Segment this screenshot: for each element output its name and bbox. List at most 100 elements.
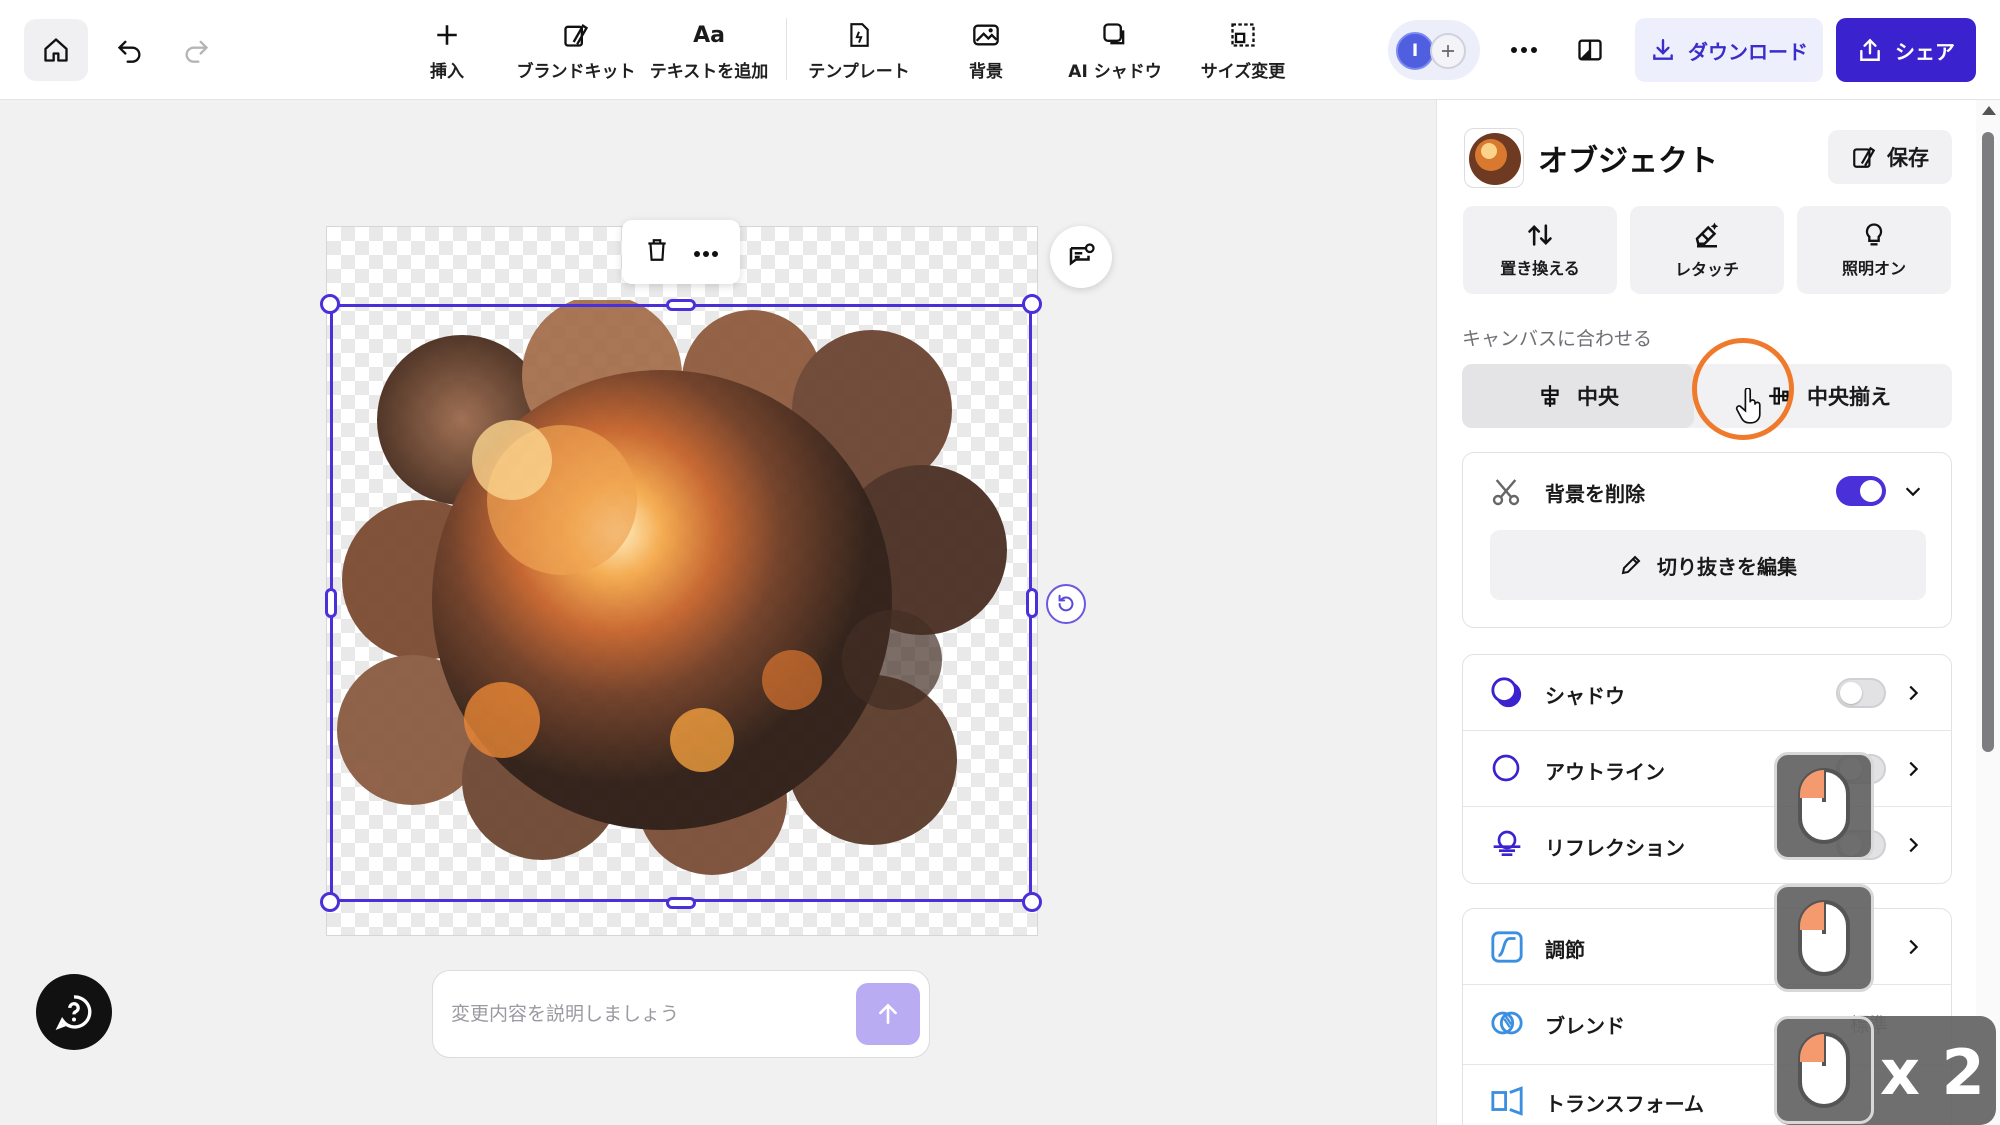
rotate-icon [1058, 594, 1074, 612]
ai-shadow-label: AI シャドウ [1068, 62, 1162, 82]
ai-shadow-icon [1101, 18, 1129, 52]
row-divider [1463, 984, 1951, 985]
chevron-right-icon[interactable] [1902, 834, 1924, 856]
resize-tool[interactable]: サイズ変更 [1200, 18, 1286, 82]
text-icon: Aa [693, 22, 725, 48]
compare-icon [1578, 39, 1602, 61]
chevron-right-icon[interactable] [1902, 936, 1924, 958]
shadow-icon [1490, 676, 1524, 710]
blend-icon [1490, 1006, 1524, 1040]
resize-handle-top[interactable] [666, 299, 696, 311]
resize-label: サイズ変更 [1200, 62, 1286, 82]
home-icon [44, 38, 68, 62]
trash-icon [647, 239, 666, 261]
selection-frame [330, 304, 1032, 902]
background-tool[interactable]: 背景 [966, 18, 1006, 82]
mouse-icon [1798, 768, 1850, 844]
replace-label: 置き換える [1500, 259, 1580, 278]
retouch-label: レタッチ [1674, 260, 1739, 279]
add-collaborator-button[interactable] [1430, 33, 1466, 69]
send-button[interactable] [856, 983, 920, 1045]
brand-kit-icon [562, 18, 590, 52]
rotate-handle[interactable] [1046, 584, 1086, 624]
align-center-icon [1541, 385, 1559, 407]
collaborators: I [1388, 20, 1480, 80]
ai-prompt-box [432, 970, 930, 1058]
adjust-label: 調節 [1545, 938, 1585, 962]
resize-handle-bottom-right[interactable] [1022, 892, 1042, 912]
download-button[interactable]: ダウンロード [1635, 18, 1823, 82]
align-center-button[interactable]: 中央 [1462, 364, 1694, 428]
delete-button[interactable] [644, 236, 670, 268]
object-thumbnail [1464, 128, 1524, 188]
add-text-tool[interactable]: Aa テキストを追加 [650, 18, 769, 83]
resize-handle-bottom-left[interactable] [320, 892, 340, 912]
remove-background-toggle[interactable] [1836, 476, 1886, 506]
chevron-right-icon[interactable] [1902, 682, 1924, 704]
click-count-text: x 2 [1880, 1036, 1985, 1109]
relight-button[interactable]: 照明オン [1797, 206, 1951, 294]
mouse-icon [1798, 1032, 1850, 1108]
insert-tool[interactable]: 挿入 [422, 18, 472, 82]
ai-shadow-tool[interactable]: AI シャドウ [1068, 18, 1162, 82]
help-icon [55, 995, 92, 1031]
replace-icon [1528, 224, 1552, 246]
align-middle-label: 中央揃え [1807, 385, 1891, 409]
undo-button[interactable] [104, 24, 156, 76]
save-label: 保存 [1887, 146, 1929, 170]
compare-view-button[interactable] [1564, 24, 1616, 76]
transform-label: トランスフォーム [1545, 1092, 1704, 1116]
reflection-icon [1490, 828, 1524, 860]
help-button[interactable] [36, 974, 112, 1050]
shadow-toggle[interactable] [1836, 678, 1886, 708]
row-divider [1463, 730, 1951, 731]
row-divider [1463, 806, 1951, 807]
template-tool[interactable]: テンプレート [808, 18, 910, 82]
plus-icon [434, 18, 460, 52]
outline-icon [1490, 752, 1522, 784]
template-label: テンプレート [808, 62, 910, 82]
download-label: ダウンロード [1688, 39, 1808, 64]
background-label: 背景 [969, 62, 1003, 82]
retouch-icon [1695, 222, 1719, 248]
brand-kit-tool[interactable]: ブランドキット [517, 18, 636, 82]
resize-handle-top-right[interactable] [1022, 294, 1042, 314]
more-icon [1511, 47, 1537, 53]
resize-handle-left[interactable] [325, 588, 337, 618]
redo-icon [185, 40, 209, 63]
replace-button[interactable]: 置き換える [1463, 206, 1617, 294]
more-actions-button[interactable] [693, 243, 719, 262]
resize-handle-right[interactable] [1026, 588, 1038, 618]
avatar[interactable]: I [1396, 32, 1434, 70]
retouch-button[interactable]: レタッチ [1630, 206, 1784, 294]
hand-cursor-icon [1735, 388, 1761, 424]
scroll-up-arrow[interactable] [1982, 106, 1996, 115]
add-comment-button[interactable] [1050, 226, 1112, 288]
edit-cutout-button[interactable]: 切り抜きを編集 [1490, 530, 1926, 600]
scrollbar-thumb[interactable] [1982, 132, 1994, 752]
more-icon [693, 250, 718, 257]
fit-canvas-label: キャンバスに合わせる [1462, 328, 1653, 350]
chevron-down-icon[interactable] [1902, 480, 1924, 502]
light-bulb-icon [1865, 223, 1883, 246]
home-button[interactable] [24, 19, 88, 81]
download-icon [1653, 39, 1673, 60]
chevron-right-icon[interactable] [1902, 758, 1924, 780]
resize-handle-bottom[interactable] [666, 897, 696, 909]
context-toolbar [622, 220, 740, 284]
share-button[interactable]: シェア [1836, 18, 1976, 82]
insert-label: 挿入 [430, 62, 464, 82]
comment-icon [1069, 243, 1095, 266]
brand-kit-label: ブランドキット [516, 62, 636, 82]
redo-button[interactable] [170, 24, 222, 76]
pencil-icon [1621, 555, 1641, 575]
plus-icon [1442, 45, 1454, 57]
scissors-icon [1490, 476, 1522, 508]
resize-handle-top-left[interactable] [320, 294, 340, 314]
save-button[interactable]: 保存 [1828, 130, 1952, 184]
mouse-click-indicator [1774, 1016, 1874, 1124]
share-label: シェア [1895, 39, 1955, 64]
more-options-button[interactable] [1498, 24, 1550, 76]
share-icon [1860, 38, 1880, 61]
prompt-input[interactable] [451, 997, 831, 1031]
